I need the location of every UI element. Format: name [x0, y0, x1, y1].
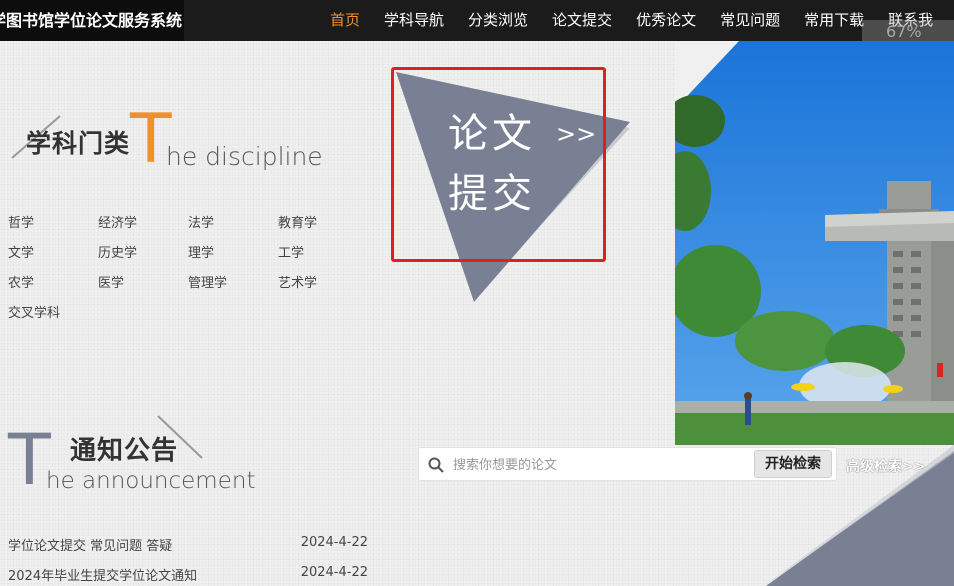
discipline-item[interactable]: 经济学: [98, 212, 137, 231]
discipline-item[interactable]: 哲学: [8, 212, 34, 231]
discipline-item[interactable]: 管理学: [188, 272, 227, 291]
nav-thesis-submit[interactable]: 论文提交: [540, 0, 624, 41]
submit-arrows: >>: [556, 120, 597, 148]
announcement-date: 2024-4-22: [300, 535, 368, 550]
discipline-item[interactable]: 艺术学: [278, 272, 317, 291]
search-button[interactable]: 开始检索: [754, 450, 832, 478]
search-icon: [428, 457, 444, 473]
nav-subject-guide[interactable]: 学科导航: [372, 0, 456, 41]
site-title[interactable]: 学图书馆学位论文服务系统: [0, 0, 184, 41]
discipline-item[interactable]: 工学: [278, 242, 304, 261]
nav-category-browse[interactable]: 分类浏览: [456, 0, 540, 41]
discipline-item[interactable]: 历史学: [98, 242, 137, 261]
announcement-heading-en: he announcement: [46, 468, 256, 494]
discipline-item[interactable]: 法学: [188, 212, 214, 231]
submit-text-line2: 提交: [448, 171, 536, 217]
discipline-item[interactable]: 医学: [98, 272, 124, 291]
discipline-item[interactable]: 理学: [188, 242, 214, 261]
discipline-item[interactable]: 文学: [8, 242, 34, 261]
announcement-title[interactable]: 学位论文提交 常见问题 答疑: [8, 535, 172, 554]
campus-photo: [675, 41, 954, 445]
main-nav: 首页 学科导航 分类浏览 论文提交 优秀论文 常见问题 常用下载 联系我: [318, 0, 945, 41]
advanced-search-link[interactable]: 高级检索>>: [846, 456, 925, 476]
discipline-heading-cn: 学科门类: [26, 129, 131, 158]
announcement-date: 2024-4-22: [300, 565, 368, 580]
top-navigation-bar: 学图书馆学位论文服务系统 首页 学科导航 分类浏览 论文提交 优秀论文 常见问题…: [0, 0, 954, 41]
nav-excellent-thesis[interactable]: 优秀论文: [624, 0, 708, 41]
submit-text-line1: 论文: [448, 111, 536, 157]
announcement-title[interactable]: 2024年毕业生提交学位论文通知: [8, 565, 197, 584]
nav-faq[interactable]: 常见问题: [708, 0, 792, 41]
announcement-heading-t: T: [8, 419, 51, 501]
discipline-item[interactable]: 教育学: [278, 212, 317, 231]
discipline-item[interactable]: 交叉学科: [8, 302, 60, 321]
nav-home[interactable]: 首页: [318, 0, 372, 41]
heading-slash-decoration: [157, 415, 203, 459]
highlight-box: [391, 67, 606, 262]
discipline-heading-en: he discipline: [166, 142, 323, 171]
search-input[interactable]: [451, 452, 755, 478]
discipline-item[interactable]: 农学: [8, 272, 34, 291]
